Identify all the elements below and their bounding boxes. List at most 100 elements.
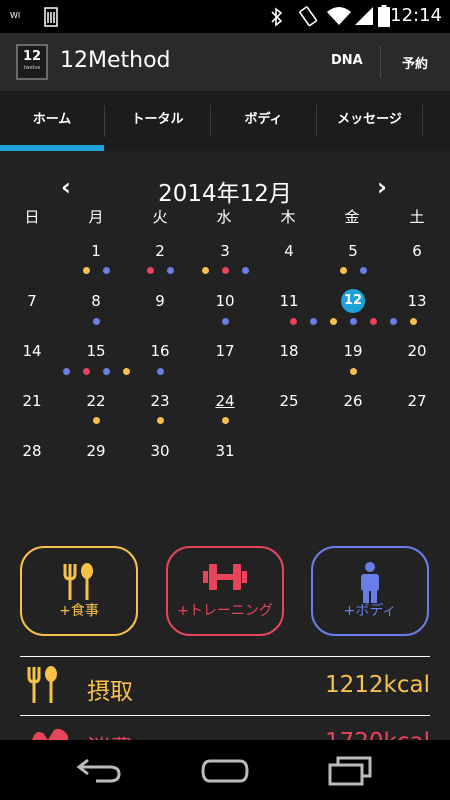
training-indicator-dot	[221, 266, 229, 274]
intake-value: 1212kcal	[325, 672, 430, 698]
meal-indicator-dot	[122, 367, 130, 375]
next-month-button[interactable]: ›	[370, 172, 394, 202]
calendar-day-25[interactable]: 25	[271, 389, 307, 413]
tab-total[interactable]: トータル	[105, 91, 210, 151]
fork-spoon-icon	[63, 563, 93, 600]
calendar-day-27[interactable]: 27	[399, 389, 435, 413]
weekday-sat: 土	[409, 208, 425, 226]
calendar-day-9[interactable]: 9	[142, 289, 178, 313]
weekday-sun: 日	[24, 208, 40, 226]
meal-indicator-dot	[329, 317, 337, 325]
intake-label: 摂取	[87, 679, 133, 705]
calendar-day-7[interactable]: 7	[14, 289, 50, 313]
calendar-day-18[interactable]: 18	[271, 339, 307, 363]
burn-row: 消費 1720kcal	[0, 716, 450, 740]
calendar-day-17[interactable]: 17	[207, 339, 243, 363]
calendar-day-10[interactable]: 10	[207, 289, 243, 313]
tab-body[interactable]: ボディ	[211, 91, 316, 151]
calendar-day-8[interactable]: 8	[78, 289, 114, 313]
calendar-day-22[interactable]: 22	[78, 389, 114, 413]
meal-indicator-dot	[92, 416, 100, 424]
home-icon[interactable]	[201, 759, 249, 783]
calendar-day-5[interactable]: 5	[335, 239, 371, 263]
training-indicator-dot	[82, 367, 90, 375]
calendar-day-11[interactable]: 11	[271, 289, 307, 313]
tab-selected-indicator	[0, 145, 104, 151]
calendar-day-4[interactable]: 4	[271, 239, 307, 263]
logo-number: 12	[22, 49, 42, 64]
body-indicator-dot	[241, 266, 249, 274]
body-indicator-dot	[389, 317, 397, 325]
calendar-day-2[interactable]: 2	[142, 239, 178, 263]
tab-divider	[422, 105, 423, 137]
body-indicator-dot	[102, 367, 110, 375]
calendar-day-13[interactable]: 13	[399, 289, 435, 313]
vibrate-icon	[299, 6, 318, 27]
weekday-tue: 火	[152, 208, 168, 226]
recent-apps-icon[interactable]	[328, 756, 372, 786]
meal-indicator-dot	[201, 266, 209, 274]
meal-indicator-dot	[156, 416, 164, 424]
body-indicator-dot	[221, 317, 229, 325]
battery-icon	[378, 5, 390, 27]
calendar-day-20[interactable]: 20	[399, 339, 435, 363]
calendar-day-26[interactable]: 26	[335, 389, 371, 413]
weekday-fri: 金	[344, 208, 360, 226]
training-indicator-dot	[289, 317, 297, 325]
add-body-button[interactable]: +ボディ	[311, 546, 429, 636]
add-meal-label: +食事	[59, 603, 99, 619]
calendar-day-31[interactable]: 31	[207, 439, 243, 463]
weekday-mon: 月	[88, 208, 104, 226]
intake-row: 摂取 1212kcal	[0, 657, 450, 715]
tab-bar: ホーム トータル ボディ メッセージ	[0, 91, 450, 151]
dna-button[interactable]: DNA	[331, 53, 363, 68]
calendar-day-14[interactable]: 14	[14, 339, 50, 363]
meal-indicator-dot	[221, 416, 229, 424]
navigation-bar	[0, 740, 450, 800]
tab-home[interactable]: ホーム	[0, 91, 104, 151]
calendar-day-15[interactable]: 15	[78, 339, 114, 363]
add-meal-button[interactable]: +食事	[20, 546, 138, 636]
meal-indicator-dot	[409, 317, 417, 325]
add-body-label: +ボディ	[343, 603, 397, 619]
calendar-day-19[interactable]: 19	[335, 339, 371, 363]
calendar-day-6[interactable]: 6	[399, 239, 435, 263]
calendar-day-3[interactable]: 3	[207, 239, 243, 263]
calendar-day-28[interactable]: 28	[14, 439, 50, 463]
calendar-day-1[interactable]: 1	[78, 239, 114, 263]
fork-spoon-icon	[27, 666, 57, 703]
training-indicator-dot	[146, 266, 154, 274]
bluetooth-icon	[271, 7, 283, 27]
wifi-icon	[327, 7, 351, 25]
flexed-arm-icon	[32, 728, 68, 740]
person-icon	[361, 562, 379, 603]
body-indicator-dot	[62, 367, 70, 375]
burn-value: 1720kcal	[325, 729, 430, 740]
meal-indicator-dot	[339, 266, 347, 274]
calendar-day-23[interactable]: 23	[142, 389, 178, 413]
calendar-day-12[interactable]: 12	[341, 289, 365, 313]
training-indicator-dot	[369, 317, 377, 325]
reservation-button[interactable]: 予約	[402, 53, 428, 72]
weekday-wed: 水	[216, 208, 232, 226]
add-training-label: +トレーニング	[177, 603, 273, 619]
calendar-day-24[interactable]: 24	[207, 389, 243, 413]
body-indicator-dot	[92, 317, 100, 325]
weekday-thu: 木	[280, 208, 296, 226]
app-logo: 12 twelve	[16, 44, 48, 80]
status-bar: WI 12:14	[0, 0, 450, 33]
calendar-day-16[interactable]: 16	[142, 339, 178, 363]
calendar-day-29[interactable]: 29	[78, 439, 114, 463]
back-icon[interactable]	[76, 758, 122, 784]
calendar-day-30[interactable]: 30	[142, 439, 178, 463]
action-bar: 12 twelve 12Method DNA 予約	[0, 33, 450, 91]
app-title: 12Method	[60, 48, 171, 73]
meal-indicator-dot	[349, 367, 357, 375]
action-bar-divider	[380, 46, 381, 78]
tab-message[interactable]: メッセージ	[317, 91, 422, 151]
signal-icon	[355, 7, 373, 25]
add-training-button[interactable]: +トレーニング	[166, 546, 284, 636]
calendar-day-21[interactable]: 21	[14, 389, 50, 413]
sim-icon	[44, 7, 58, 27]
body-indicator-dot	[349, 317, 357, 325]
